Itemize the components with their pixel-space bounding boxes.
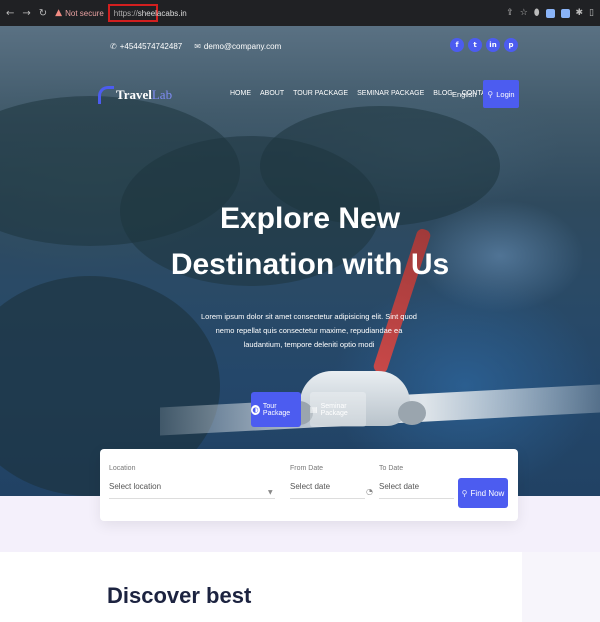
calendar-icon: ▤ — [310, 405, 318, 414]
find-now-button[interactable]: ⚲ Find Now — [458, 478, 508, 508]
email-text: demo@company.com — [203, 42, 282, 51]
twitter-icon[interactable]: t — [468, 38, 482, 52]
url-host: sheelacabs.in — [137, 8, 187, 18]
reload-icon[interactable]: ↻ — [39, 8, 47, 19]
from-date-field: From Date Select date — [290, 465, 365, 499]
location-select[interactable]: Select location — [109, 482, 275, 499]
linkedin-icon[interactable]: in — [486, 38, 500, 52]
user-icon: ⚲ — [487, 89, 494, 99]
logo-text-part1: Travel — [116, 87, 152, 102]
search-icon: ⚲ — [461, 488, 468, 498]
from-date-label: From Date — [290, 465, 324, 472]
find-now-label: Find Now — [470, 488, 505, 498]
pinterest-icon[interactable]: p — [504, 38, 518, 52]
share-icon[interactable]: ⇪ — [506, 8, 514, 18]
hero-title-line1: Explore New — [219, 202, 401, 235]
nav-blog[interactable]: BLOG — [433, 90, 452, 97]
hero-section: ✆ +4544574742487 ✉ demo@company.com f t in… — [0, 26, 600, 496]
shield-extension-icon[interactable]: ⬮ — [534, 8, 540, 18]
sidebar-icon[interactable]: ▯ — [589, 8, 594, 18]
social-links: f t in p — [450, 38, 518, 52]
facebook-icon[interactable]: f — [450, 38, 464, 52]
airplane-engine — [398, 401, 426, 425]
seminar-package-label: Seminar Package — [320, 402, 348, 417]
language-label: English — [452, 90, 477, 99]
site-logo[interactable]: Travel Lab — [98, 86, 172, 104]
browser-toolbar: ← → ↻ ▲ Not secure https:// sheelacabs.i… — [0, 0, 600, 26]
extension-icon-2[interactable] — [560, 8, 570, 18]
login-label: Login — [496, 89, 515, 99]
not-secure-label: Not secure — [65, 8, 104, 18]
to-date-label: To Date — [379, 465, 404, 472]
compass-icon: ◐ — [251, 404, 260, 415]
warning-icon: ▲ — [55, 8, 63, 18]
mail-icon: ✉ — [194, 42, 201, 51]
email-item[interactable]: ✉ demo@company.com — [194, 42, 281, 51]
to-date-input[interactable]: Select date — [379, 482, 454, 499]
contact-bar: ✆ +4544574742487 ✉ demo@company.com f t in… — [0, 38, 600, 58]
location-field: Location Select location — [109, 465, 275, 499]
main-navbar: Travel Lab HOME ABOUT TOUR PACKAGE SEMIN… — [0, 80, 600, 112]
chevron-down-icon: ▼ — [268, 489, 273, 496]
seminar-package-button[interactable]: ▤ Seminar Package — [310, 392, 366, 427]
address-bar[interactable]: https:// sheelacabs.in — [107, 4, 187, 22]
tour-package-label: Tour Package — [262, 402, 291, 417]
hero-title: Explore New Destination with Us — [0, 196, 600, 288]
login-button[interactable]: ⚲ Login — [483, 80, 519, 108]
url-scheme: https:// — [113, 8, 138, 18]
phone-icon: ✆ — [110, 42, 117, 51]
back-icon[interactable]: ← — [6, 8, 14, 19]
nav-tour-package[interactable]: TOUR PACKAGE — [293, 90, 348, 97]
nav-about[interactable]: ABOUT — [260, 90, 284, 97]
calendar-icon[interactable]: ◔ — [366, 487, 373, 496]
from-date-input[interactable]: Select date — [290, 482, 365, 499]
side-panel — [522, 552, 600, 622]
hero-title-line2: Destination with Us — [170, 248, 450, 281]
location-label: Location — [109, 465, 136, 472]
logo-text-part2: Lab — [151, 87, 173, 102]
phone-item[interactable]: ✆ +4544574742487 — [110, 42, 182, 51]
hero-subtitle: Lorem ipsum dolor sit amet consectetur a… — [201, 312, 417, 349]
logo-mark-icon — [98, 86, 114, 104]
search-form: Location Select location ▼ From Date Sel… — [100, 449, 518, 521]
nav-seminar-package[interactable]: SEMINAR PACKAGE — [357, 90, 424, 97]
extension-icon[interactable] — [545, 8, 555, 18]
phone-text: +4544574742487 — [119, 42, 183, 51]
puzzle-icon[interactable]: ✱ — [576, 8, 584, 18]
to-date-field: To Date Select date — [379, 465, 454, 499]
forward-icon[interactable]: → — [22, 8, 30, 19]
browser-actions: ⇪ ☆ ⬮ ✱ ▯ — [506, 8, 594, 18]
section-heading: Discover best — [107, 583, 252, 608]
contact-info: ✆ +4544574742487 ✉ demo@company.com — [110, 42, 281, 51]
language-selector[interactable]: English ▾ — [452, 90, 487, 99]
star-icon[interactable]: ☆ — [520, 8, 528, 18]
tour-package-button[interactable]: ◐ Tour Package — [251, 392, 301, 427]
nav-home[interactable]: HOME — [230, 90, 251, 97]
